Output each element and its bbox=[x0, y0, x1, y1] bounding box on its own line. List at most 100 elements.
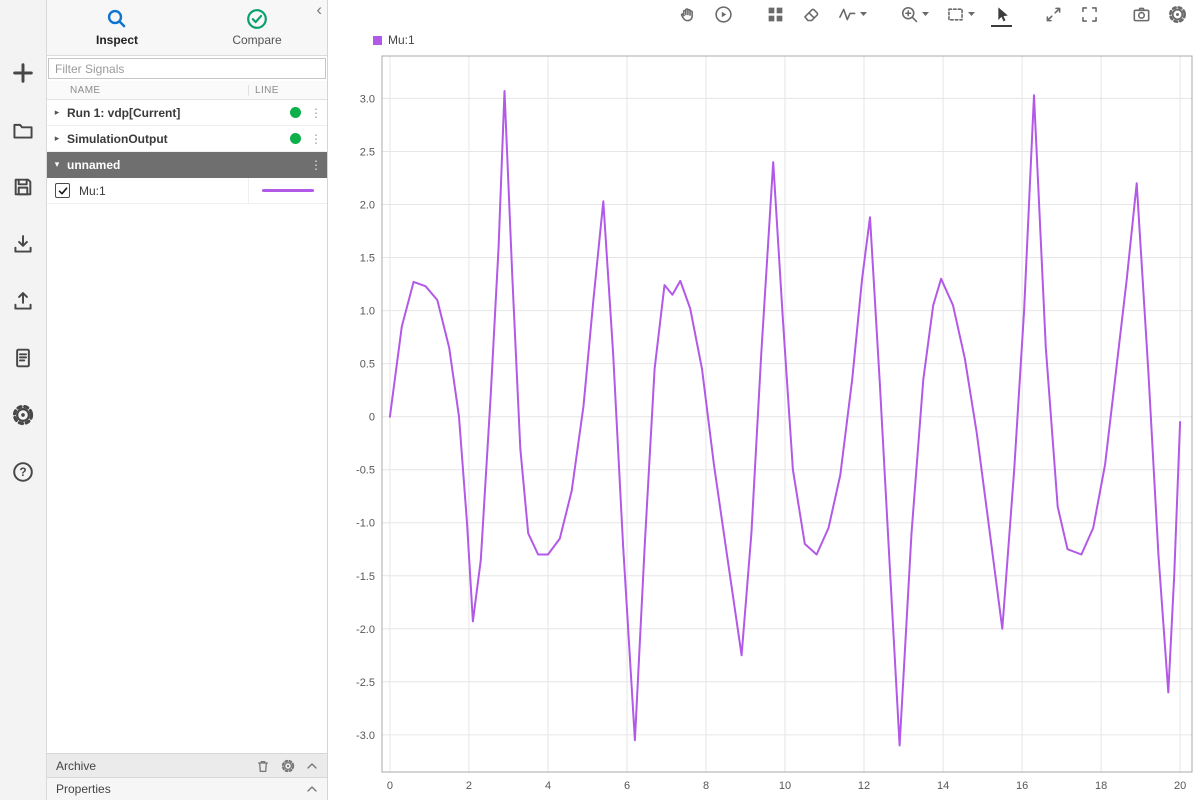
layout-grid-icon[interactable] bbox=[765, 3, 786, 27]
svg-text:6: 6 bbox=[624, 780, 630, 792]
open-folder-icon[interactable] bbox=[10, 117, 36, 143]
collapse-panel-icon[interactable]: ‹ bbox=[316, 1, 322, 18]
archive-label: Archive bbox=[56, 759, 245, 773]
svg-text:8: 8 bbox=[703, 780, 709, 792]
panel-tabs: Inspect Compare bbox=[47, 0, 327, 56]
svg-text:2: 2 bbox=[466, 780, 472, 792]
chevron-up-icon[interactable] bbox=[306, 761, 318, 771]
svg-text:-0.5: -0.5 bbox=[356, 465, 375, 477]
signal-checkbox[interactable] bbox=[55, 183, 70, 198]
svg-text:0.5: 0.5 bbox=[360, 359, 375, 371]
status-dot bbox=[290, 107, 301, 118]
tab-inspect-label: Inspect bbox=[96, 33, 138, 47]
help-icon[interactable]: ? bbox=[10, 459, 36, 485]
table-row-signal-mu1[interactable]: Mu:1 bbox=[47, 178, 327, 204]
save-icon[interactable] bbox=[10, 174, 36, 200]
search-icon bbox=[106, 8, 128, 30]
chevron-right-icon[interactable]: ▸ bbox=[47, 133, 67, 144]
svg-text:16: 16 bbox=[1016, 780, 1028, 792]
signal-chart[interactable]: 0 2 4 6 8 10 12 14 16 18 20 -3.0 -2.5 -2.0 -1.5 -1.0 -0.… bbox=[328, 50, 1200, 800]
svg-text:1.5: 1.5 bbox=[360, 253, 375, 265]
line-cell: ⋮ bbox=[248, 100, 327, 125]
svg-text:-2.5: -2.5 bbox=[356, 677, 375, 689]
kebab-menu-icon[interactable]: ⋮ bbox=[310, 106, 322, 120]
column-header-name: NAME bbox=[47, 85, 248, 96]
table-row-unnamed[interactable]: ▾ unnamed ⋮ bbox=[47, 152, 327, 178]
svg-text:2.5: 2.5 bbox=[360, 147, 375, 159]
fullscreen-icon[interactable] bbox=[1079, 3, 1100, 27]
svg-text:14: 14 bbox=[937, 780, 949, 792]
plot-area: Mu:1 0 2 4 6 8 10 12 14 16 18 20 -3.0 -2.5 -2.0 -1.5 -1… bbox=[328, 0, 1200, 800]
report-icon[interactable] bbox=[10, 345, 36, 371]
legend-color-swatch bbox=[373, 36, 382, 45]
caret-down-icon bbox=[968, 12, 975, 17]
kebab-menu-icon[interactable]: ⋮ bbox=[310, 158, 322, 172]
replay-icon[interactable] bbox=[713, 3, 734, 27]
fit-to-view-icon[interactable] bbox=[1043, 3, 1064, 27]
line-style-swatch bbox=[262, 189, 314, 192]
status-dot bbox=[290, 133, 301, 144]
plot-legend: Mu:1 bbox=[328, 30, 1200, 50]
svg-text:-1.5: -1.5 bbox=[356, 571, 375, 583]
run-name: SimulationOutput bbox=[67, 132, 248, 146]
settings-gear-icon[interactable] bbox=[1167, 3, 1188, 27]
kebab-menu-icon[interactable]: ⋮ bbox=[310, 132, 322, 146]
line-cell: ⋮ bbox=[248, 152, 327, 177]
trash-icon[interactable] bbox=[256, 759, 270, 773]
chevron-right-icon[interactable]: ▸ bbox=[47, 107, 67, 118]
svg-text:2.0: 2.0 bbox=[360, 200, 375, 212]
filter-signals-input[interactable] bbox=[48, 58, 326, 79]
signal-name: Mu:1 bbox=[79, 184, 248, 198]
run-name: Run 1: vdp[Current] bbox=[67, 106, 248, 120]
caret-down-icon bbox=[860, 12, 867, 17]
archive-bar[interactable]: Archive bbox=[47, 753, 327, 777]
filter-row bbox=[47, 56, 327, 81]
pointer-icon[interactable] bbox=[991, 3, 1012, 27]
archive-gear-icon[interactable] bbox=[281, 759, 295, 773]
svg-text:4: 4 bbox=[545, 780, 551, 792]
table-row-simulationoutput[interactable]: ▸ SimulationOutput ⋮ bbox=[47, 126, 327, 152]
snapshot-camera-icon[interactable] bbox=[1131, 3, 1152, 27]
svg-text:3.0: 3.0 bbox=[360, 93, 375, 105]
app-toolbar: ? bbox=[0, 0, 47, 800]
column-header-line: LINE bbox=[248, 85, 327, 96]
properties-label: Properties bbox=[56, 782, 306, 796]
properties-bar[interactable]: Properties bbox=[47, 777, 327, 800]
svg-text:0: 0 bbox=[387, 780, 393, 792]
signal-table: ▸ Run 1: vdp[Current] ⋮ ▸ SimulationOutp… bbox=[47, 100, 327, 753]
line-style-cell[interactable] bbox=[248, 178, 327, 203]
svg-text:-2.0: -2.0 bbox=[356, 624, 375, 636]
tab-compare-label: Compare bbox=[232, 33, 281, 47]
line-cell: ⋮ bbox=[248, 126, 327, 151]
tab-compare[interactable]: Compare bbox=[187, 0, 327, 55]
pan-hand-icon[interactable] bbox=[677, 3, 698, 27]
chevron-down-icon[interactable]: ▾ bbox=[47, 159, 67, 170]
import-icon[interactable] bbox=[10, 231, 36, 257]
svg-text:18: 18 bbox=[1095, 780, 1107, 792]
plot-canvas[interactable]: 0 2 4 6 8 10 12 14 16 18 20 -3.0 -2.5 -2.0 -1.5 -1.0 -0.… bbox=[328, 50, 1200, 800]
signal-panel: ‹ Inspect Compare NAME LINE ▸ Run 1: vdp… bbox=[47, 0, 328, 800]
svg-text:0: 0 bbox=[369, 412, 375, 424]
svg-text:1.0: 1.0 bbox=[360, 306, 375, 318]
table-row-run1[interactable]: ▸ Run 1: vdp[Current] ⋮ bbox=[47, 100, 327, 126]
svg-text:?: ? bbox=[19, 466, 26, 479]
tab-inspect[interactable]: Inspect bbox=[47, 0, 187, 55]
svg-text:-3.0: -3.0 bbox=[356, 730, 375, 742]
eraser-icon[interactable] bbox=[801, 3, 822, 27]
preferences-gear-icon[interactable] bbox=[10, 402, 36, 428]
plot-toolbar bbox=[328, 0, 1200, 30]
svg-text:12: 12 bbox=[858, 780, 870, 792]
table-header: NAME LINE bbox=[47, 81, 327, 100]
compare-check-icon bbox=[246, 8, 268, 30]
signal-type-dropdown[interactable] bbox=[837, 3, 868, 27]
svg-text:10: 10 bbox=[779, 780, 791, 792]
add-icon[interactable] bbox=[10, 60, 36, 86]
chevron-up-icon[interactable] bbox=[306, 784, 318, 794]
zoom-dropdown[interactable] bbox=[899, 3, 930, 27]
export-icon[interactable] bbox=[10, 288, 36, 314]
legend-label: Mu:1 bbox=[388, 33, 415, 47]
svg-text:20: 20 bbox=[1174, 780, 1186, 792]
svg-text:-1.0: -1.0 bbox=[356, 518, 375, 530]
region-select-dropdown[interactable] bbox=[945, 3, 976, 27]
caret-down-icon bbox=[922, 12, 929, 17]
